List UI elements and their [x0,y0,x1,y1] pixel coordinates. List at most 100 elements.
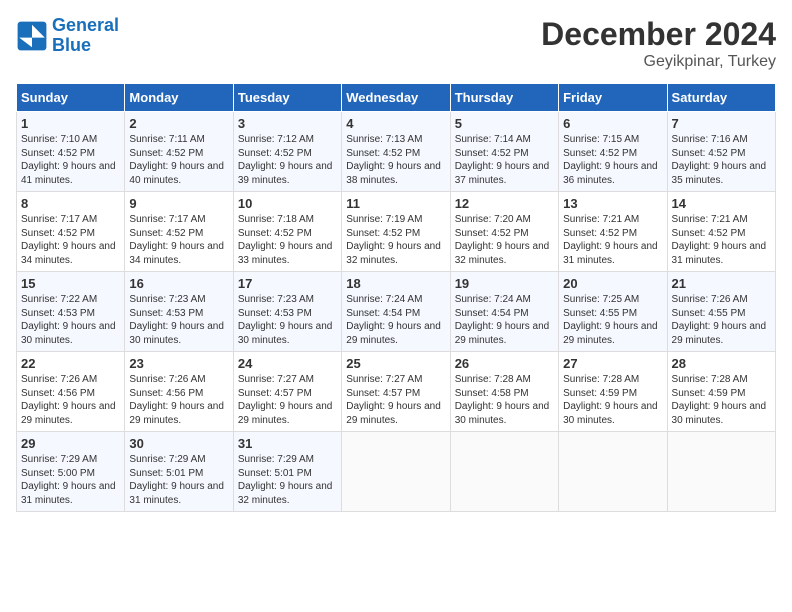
calendar-cell: 20 Sunrise: 7:25 AMSunset: 4:55 PMDaylig… [559,272,667,352]
calendar-cell: 13 Sunrise: 7:21 AMSunset: 4:52 PMDaylig… [559,192,667,272]
calendar-cell [559,432,667,512]
title-block: December 2024 Geyikpinar, Turkey [541,16,776,71]
day-detail: Sunrise: 7:26 AMSunset: 4:55 PMDaylight:… [672,294,767,346]
calendar-cell: 24 Sunrise: 7:27 AMSunset: 4:57 PMDaylig… [233,352,341,432]
day-number: 14 [672,196,771,211]
day-number: 2 [129,116,228,131]
day-detail: Sunrise: 7:12 AMSunset: 4:52 PMDaylight:… [238,134,333,186]
calendar-cell: 14 Sunrise: 7:21 AMSunset: 4:52 PMDaylig… [667,192,775,272]
calendar-header-row: SundayMondayTuesdayWednesdayThursdayFrid… [17,84,776,112]
calendar-cell: 17 Sunrise: 7:23 AMSunset: 4:53 PMDaylig… [233,272,341,352]
day-number: 22 [21,356,120,371]
day-number: 4 [346,116,445,131]
day-number: 5 [455,116,554,131]
day-number: 28 [672,356,771,371]
calendar-cell: 21 Sunrise: 7:26 AMSunset: 4:55 PMDaylig… [667,272,775,352]
day-detail: Sunrise: 7:10 AMSunset: 4:52 PMDaylight:… [21,134,116,186]
day-number: 25 [346,356,445,371]
day-number: 16 [129,276,228,291]
day-number: 10 [238,196,337,211]
day-number: 12 [455,196,554,211]
page-header: General Blue December 2024 Geyikpinar, T… [16,16,776,71]
calendar-cell: 9 Sunrise: 7:17 AMSunset: 4:52 PMDayligh… [125,192,233,272]
day-detail: Sunrise: 7:21 AMSunset: 4:52 PMDaylight:… [563,214,658,266]
day-detail: Sunrise: 7:23 AMSunset: 4:53 PMDaylight:… [238,294,333,346]
day-number: 23 [129,356,228,371]
header-friday: Friday [559,84,667,112]
subtitle: Geyikpinar, Turkey [541,53,776,71]
day-detail: Sunrise: 7:17 AMSunset: 4:52 PMDaylight:… [21,214,116,266]
day-detail: Sunrise: 7:22 AMSunset: 4:53 PMDaylight:… [21,294,116,346]
calendar-cell [667,432,775,512]
day-detail: Sunrise: 7:29 AMSunset: 5:01 PMDaylight:… [238,454,333,506]
day-detail: Sunrise: 7:25 AMSunset: 4:55 PMDaylight:… [563,294,658,346]
day-number: 9 [129,196,228,211]
calendar-cell [342,432,450,512]
day-detail: Sunrise: 7:19 AMSunset: 4:52 PMDaylight:… [346,214,441,266]
day-number: 17 [238,276,337,291]
day-detail: Sunrise: 7:18 AMSunset: 4:52 PMDaylight:… [238,214,333,266]
day-detail: Sunrise: 7:27 AMSunset: 4:57 PMDaylight:… [238,374,333,426]
calendar-week-5: 29 Sunrise: 7:29 AMSunset: 5:00 PMDaylig… [17,432,776,512]
day-number: 29 [21,436,120,451]
day-number: 31 [238,436,337,451]
day-detail: Sunrise: 7:20 AMSunset: 4:52 PMDaylight:… [455,214,550,266]
calendar-cell: 15 Sunrise: 7:22 AMSunset: 4:53 PMDaylig… [17,272,125,352]
calendar-week-4: 22 Sunrise: 7:26 AMSunset: 4:56 PMDaylig… [17,352,776,432]
day-number: 8 [21,196,120,211]
logo-icon [16,20,48,52]
day-detail: Sunrise: 7:13 AMSunset: 4:52 PMDaylight:… [346,134,441,186]
day-detail: Sunrise: 7:24 AMSunset: 4:54 PMDaylight:… [346,294,441,346]
header-tuesday: Tuesday [233,84,341,112]
day-number: 18 [346,276,445,291]
calendar-cell: 8 Sunrise: 7:17 AMSunset: 4:52 PMDayligh… [17,192,125,272]
calendar-cell: 3 Sunrise: 7:12 AMSunset: 4:52 PMDayligh… [233,112,341,192]
calendar-cell [450,432,558,512]
day-detail: Sunrise: 7:14 AMSunset: 4:52 PMDaylight:… [455,134,550,186]
header-monday: Monday [125,84,233,112]
calendar-week-1: 1 Sunrise: 7:10 AMSunset: 4:52 PMDayligh… [17,112,776,192]
calendar-week-3: 15 Sunrise: 7:22 AMSunset: 4:53 PMDaylig… [17,272,776,352]
calendar-cell: 6 Sunrise: 7:15 AMSunset: 4:52 PMDayligh… [559,112,667,192]
day-detail: Sunrise: 7:28 AMSunset: 4:59 PMDaylight:… [563,374,658,426]
day-number: 11 [346,196,445,211]
logo: General Blue [16,16,119,56]
calendar-cell: 5 Sunrise: 7:14 AMSunset: 4:52 PMDayligh… [450,112,558,192]
calendar-cell: 11 Sunrise: 7:19 AMSunset: 4:52 PMDaylig… [342,192,450,272]
day-detail: Sunrise: 7:29 AMSunset: 5:01 PMDaylight:… [129,454,224,506]
day-detail: Sunrise: 7:26 AMSunset: 4:56 PMDaylight:… [21,374,116,426]
day-number: 3 [238,116,337,131]
calendar-cell: 2 Sunrise: 7:11 AMSunset: 4:52 PMDayligh… [125,112,233,192]
calendar-cell: 23 Sunrise: 7:26 AMSunset: 4:56 PMDaylig… [125,352,233,432]
calendar-cell: 1 Sunrise: 7:10 AMSunset: 4:52 PMDayligh… [17,112,125,192]
calendar-cell: 10 Sunrise: 7:18 AMSunset: 4:52 PMDaylig… [233,192,341,272]
main-title: December 2024 [541,16,776,53]
calendar-cell: 19 Sunrise: 7:24 AMSunset: 4:54 PMDaylig… [450,272,558,352]
day-detail: Sunrise: 7:28 AMSunset: 4:59 PMDaylight:… [672,374,767,426]
calendar-cell: 4 Sunrise: 7:13 AMSunset: 4:52 PMDayligh… [342,112,450,192]
day-detail: Sunrise: 7:11 AMSunset: 4:52 PMDaylight:… [129,134,224,186]
calendar-cell: 27 Sunrise: 7:28 AMSunset: 4:59 PMDaylig… [559,352,667,432]
calendar-week-2: 8 Sunrise: 7:17 AMSunset: 4:52 PMDayligh… [17,192,776,272]
calendar-cell: 29 Sunrise: 7:29 AMSunset: 5:00 PMDaylig… [17,432,125,512]
day-detail: Sunrise: 7:27 AMSunset: 4:57 PMDaylight:… [346,374,441,426]
calendar-cell: 12 Sunrise: 7:20 AMSunset: 4:52 PMDaylig… [450,192,558,272]
day-number: 24 [238,356,337,371]
calendar-cell: 30 Sunrise: 7:29 AMSunset: 5:01 PMDaylig… [125,432,233,512]
day-detail: Sunrise: 7:26 AMSunset: 4:56 PMDaylight:… [129,374,224,426]
calendar-cell: 28 Sunrise: 7:28 AMSunset: 4:59 PMDaylig… [667,352,775,432]
day-number: 15 [21,276,120,291]
calendar-cell: 22 Sunrise: 7:26 AMSunset: 4:56 PMDaylig… [17,352,125,432]
day-number: 21 [672,276,771,291]
day-number: 26 [455,356,554,371]
day-number: 30 [129,436,228,451]
header-wednesday: Wednesday [342,84,450,112]
day-number: 6 [563,116,662,131]
header-saturday: Saturday [667,84,775,112]
day-detail: Sunrise: 7:28 AMSunset: 4:58 PMDaylight:… [455,374,550,426]
logo-text: General Blue [52,16,119,56]
calendar-cell: 25 Sunrise: 7:27 AMSunset: 4:57 PMDaylig… [342,352,450,432]
day-number: 27 [563,356,662,371]
calendar-cell: 31 Sunrise: 7:29 AMSunset: 5:01 PMDaylig… [233,432,341,512]
calendar-cell: 7 Sunrise: 7:16 AMSunset: 4:52 PMDayligh… [667,112,775,192]
